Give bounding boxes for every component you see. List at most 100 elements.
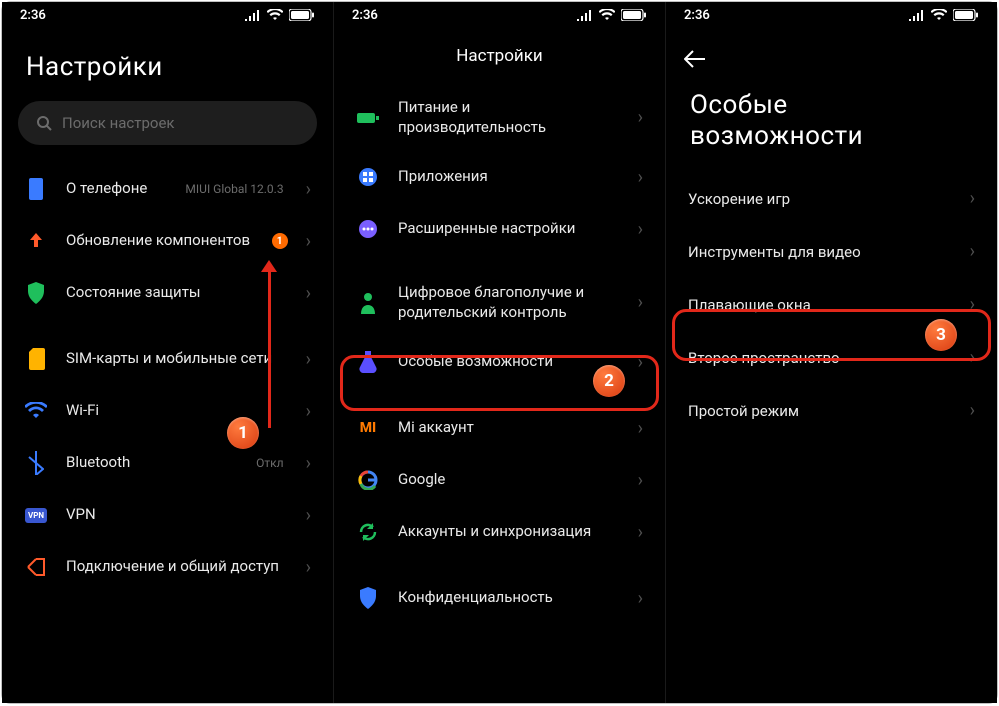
apps-icon xyxy=(356,165,380,189)
label: VPN xyxy=(66,505,288,525)
chevron-right-icon: › xyxy=(970,188,975,209)
label: Подключение и общий доступ xyxy=(66,557,288,577)
bluetooth-icon xyxy=(24,451,48,475)
row-sync[interactable]: Аккаунты и синхронизация › xyxy=(334,506,665,558)
google-icon xyxy=(356,468,380,492)
privacy-shield-icon xyxy=(356,586,380,610)
battery-icon xyxy=(289,9,315,21)
page-title-line1: Особые xyxy=(690,90,973,121)
label: Mi аккаунт xyxy=(398,418,620,438)
phone-icon xyxy=(24,177,48,201)
status-icons xyxy=(577,9,647,21)
row-google[interactable]: Google › xyxy=(334,454,665,506)
page-title: Настройки xyxy=(26,52,309,83)
clock: 2:36 xyxy=(352,8,378,23)
row-sim[interactable]: SIM-карты и мобильные сети › xyxy=(2,333,333,385)
chevron-right-icon: › xyxy=(306,349,311,370)
row-share[interactable]: Подключение и общий доступ › xyxy=(2,541,333,593)
battery-icon xyxy=(621,9,647,21)
arrow-left-icon xyxy=(684,50,706,68)
row-advanced[interactable]: Расширенные настройки › xyxy=(334,203,665,255)
label: Цифровое благополучие и родительский кон… xyxy=(398,283,620,322)
chevron-right-icon: › xyxy=(306,401,311,422)
flask-icon xyxy=(356,350,380,374)
label: Простой режим xyxy=(688,402,970,420)
chevron-right-icon: › xyxy=(638,470,643,491)
row-bluetooth[interactable]: Bluetooth Откл › xyxy=(2,437,333,489)
chevron-right-icon: › xyxy=(306,453,311,474)
label: Аккаунты и синхронизация xyxy=(398,522,620,542)
label: О телефоне xyxy=(66,179,167,199)
chevron-right-icon: › xyxy=(638,292,643,313)
row-power[interactable]: Питание и производительность › xyxy=(334,84,665,151)
search-icon xyxy=(36,115,52,131)
row-apps[interactable]: Приложения › xyxy=(334,151,665,203)
dots-icon xyxy=(356,217,380,241)
chevron-right-icon: › xyxy=(638,588,643,609)
label: Google xyxy=(398,470,620,490)
share-icon xyxy=(24,555,48,579)
status-icons xyxy=(909,9,979,21)
row-vpn[interactable]: VPN VPN › xyxy=(2,489,333,541)
row-security-status[interactable]: Состояние защиты › xyxy=(2,267,333,319)
arrow-annotation xyxy=(268,270,271,428)
chevron-right-icon: › xyxy=(970,241,975,262)
panel-settings-main: 2:36 Настройки Поиск настроек О телефоне… xyxy=(2,2,333,703)
sim-icon xyxy=(24,347,48,371)
chevron-right-icon: › xyxy=(970,294,975,315)
row-updates[interactable]: Обновление компонентов 1 › xyxy=(2,215,333,267)
status-bar: 2:36 xyxy=(2,2,333,28)
mi-icon: MI xyxy=(356,416,380,440)
status-bar: 2:36 xyxy=(334,2,665,28)
row-privacy[interactable]: Конфиденциальность › xyxy=(334,572,665,624)
step-badge-2: 2 xyxy=(593,365,625,397)
label: Приложения xyxy=(398,167,620,187)
wellbeing-icon xyxy=(356,291,380,315)
row-mi-account[interactable]: MI Mi аккаунт › xyxy=(334,402,665,454)
shield-icon xyxy=(24,281,48,305)
label: Инструменты для видео xyxy=(688,243,970,261)
search-input[interactable]: Поиск настроек xyxy=(18,101,317,145)
back-button[interactable] xyxy=(684,50,706,68)
row-video-tools[interactable]: Инструменты для видео › xyxy=(666,225,997,278)
chevron-right-icon: › xyxy=(638,219,643,240)
status-bar: 2:36 xyxy=(666,2,997,28)
label: Второе пространство xyxy=(688,349,970,367)
wifi-icon xyxy=(24,399,48,423)
chevron-right-icon: › xyxy=(306,557,311,578)
battery-icon xyxy=(356,106,380,130)
chevron-right-icon: › xyxy=(306,231,311,252)
panel-settings-scroll: 2:36 Настройки Питание и производительно… xyxy=(333,2,665,703)
chevron-right-icon: › xyxy=(306,179,311,200)
label: SIM-карты и мобильные сети xyxy=(66,349,288,369)
step-badge-1: 1 xyxy=(227,417,259,449)
row-game-turbo[interactable]: Ускорение игр › xyxy=(666,172,997,225)
chevron-right-icon: › xyxy=(306,505,311,526)
label: Расширенные настройки xyxy=(398,219,620,239)
update-badge: 1 xyxy=(272,233,288,249)
signal-icon xyxy=(577,9,593,21)
label: Питание и производительность xyxy=(398,98,620,137)
label: Bluetooth xyxy=(66,453,238,473)
row-about-phone[interactable]: О телефоне MIUI Global 12.0.3 › xyxy=(2,163,333,215)
signal-icon xyxy=(245,9,261,21)
status-icons xyxy=(245,9,315,21)
about-sub: MIUI Global 12.0.3 xyxy=(185,182,283,196)
row-wifi[interactable]: Wi-Fi › xyxy=(2,385,333,437)
label: Плавающие окна xyxy=(688,296,970,314)
battery-icon xyxy=(953,9,979,21)
chevron-right-icon: › xyxy=(638,107,643,128)
chevron-right-icon: › xyxy=(970,347,975,368)
panel-special-features: 2:36 Особые возможности Ускорение игр › … xyxy=(665,2,997,703)
label: Обновление компонентов xyxy=(66,231,254,251)
row-wellbeing[interactable]: Цифровое благополучие и родительский кон… xyxy=(334,269,665,336)
chevron-right-icon: › xyxy=(970,400,975,421)
search-placeholder: Поиск настроек xyxy=(62,114,175,132)
row-simple-mode[interactable]: Простой режим › xyxy=(666,384,997,437)
label: Ускорение игр xyxy=(688,190,970,208)
label: Состояние защиты xyxy=(66,283,288,303)
clock: 2:36 xyxy=(684,8,710,23)
page-title-line2: возможности xyxy=(690,121,973,152)
label: Wi-Fi xyxy=(66,401,288,421)
wifi-icon xyxy=(599,9,615,21)
